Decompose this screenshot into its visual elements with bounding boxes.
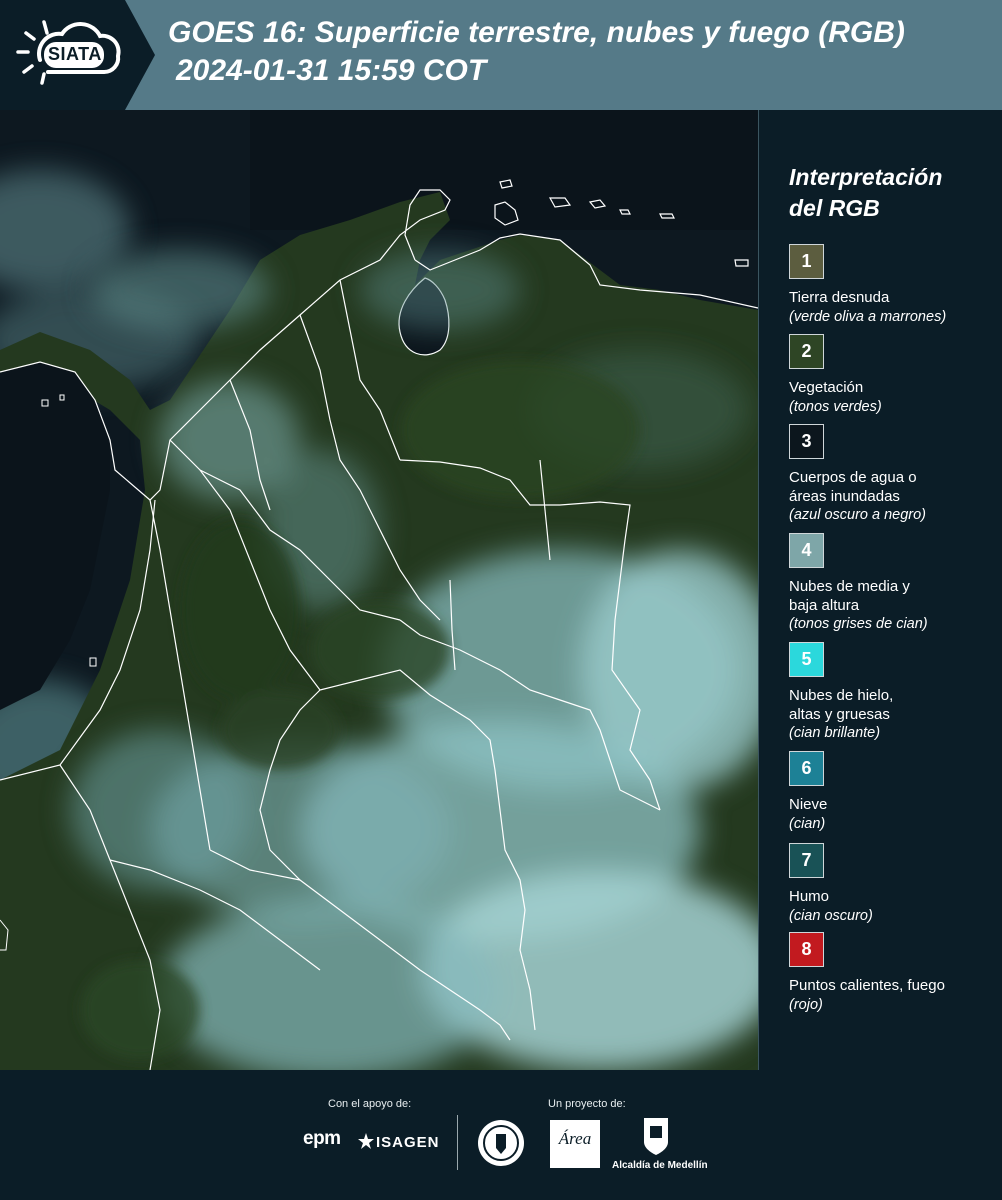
isagen-logo: ISAGEN (376, 1134, 440, 1151)
legend-item-bare-soil: 1 Tierra desnuda (verde oliva a marrones… (789, 244, 999, 326)
legend-desc: (tonos verdes) (789, 398, 882, 415)
alcaldia-shield-icon (644, 1118, 668, 1155)
area-metropolitana-logo: Área (550, 1120, 600, 1168)
swatch-bare-soil: 1 (789, 244, 824, 279)
siata-logo: SIATA (0, 0, 155, 110)
legend-desc: (cian) (789, 815, 826, 832)
legend-item-smoke: 7 Humo (cian oscuro) (789, 843, 999, 925)
legend-item-water: 3 Cuerpos de agua o áreas inundadas (azu… (789, 424, 999, 525)
epm-logo: epm (303, 1128, 341, 1149)
alcaldia-text: Alcaldía de Medellín (612, 1160, 708, 1171)
swatch-mid-low-clouds: 4 (789, 533, 824, 568)
legend-label: áreas inundadas (789, 487, 900, 505)
swatch-snow: 6 (789, 751, 824, 786)
legend-desc: (tonos grises de cian) (789, 616, 928, 632)
project-caption: Un proyecto de: (548, 1098, 626, 1110)
legend-desc: (azul oscuro a negro) (789, 507, 927, 523)
legend-label: Vegetación (789, 379, 864, 396)
legend-label: Nieve (789, 796, 828, 813)
map-canvas[interactable] (0, 110, 758, 1070)
legend-item-ice-clouds: 5 Nubes de hielo, altas y gruesas (cian … (789, 642, 999, 743)
header-bar: SIATA GOES 16: Superficie terrestre, nub… (0, 0, 1002, 110)
medellin-seal-icon (478, 1120, 524, 1166)
legend-item-hotspots: 8 Puntos calientes, fuego (rojo) (789, 932, 999, 1014)
legend-label: Tierra desnuda (789, 289, 890, 306)
legend-item-vegetation: 2 Vegetación (tonos verdes) (789, 334, 999, 416)
swatch-smoke: 7 (789, 843, 824, 878)
footer: Con el apoyo de: Un proyecto de: epm ISA… (0, 1070, 1002, 1200)
legend-label: Puntos calientes, fuego (789, 977, 945, 994)
legend-desc: (cian oscuro) (789, 907, 873, 924)
legend-label: Humo (789, 888, 830, 905)
legend-desc: (cian brillante) (789, 725, 881, 741)
legend-title: Interpretación del RGB (789, 164, 943, 221)
legend-label: altas y gruesas (789, 705, 890, 723)
swatch-hotspots: 8 (789, 932, 824, 967)
legend-label: Nubes de media y (789, 578, 910, 595)
legend-item-mid-low-clouds: 4 Nubes de media y baja altura (tonos gr… (789, 533, 999, 634)
page-title: GOES 16: Superficie terrestre, nubes y f… (168, 16, 905, 49)
legend-desc: (rojo) (789, 996, 823, 1013)
satellite-map[interactable] (0, 110, 758, 1070)
page-subtitle: 2024-01-31 15:59 COT (176, 54, 487, 87)
caribbean-sea (250, 110, 758, 230)
rgb-legend: Interpretación del RGB 1 Tierra desnuda … (758, 110, 1002, 1070)
legend-label: baja altura (789, 596, 860, 614)
title-block: GOES 16: Superficie terrestre, nubes y f… (168, 14, 998, 90)
legend-desc: (verde oliva a marrones) (789, 308, 947, 325)
legend-label: Nubes de hielo, (789, 687, 894, 704)
logo-text: SIATA (48, 44, 102, 64)
swatch-vegetation: 2 (789, 334, 824, 369)
isagen-star-icon (358, 1133, 374, 1149)
support-caption: Con el apoyo de: (328, 1098, 412, 1110)
swatch-water: 3 (789, 424, 824, 459)
legend-item-snow: 6 Nieve (cian) (789, 751, 999, 833)
swatch-ice-clouds: 5 (789, 642, 824, 677)
footer-divider (457, 1115, 458, 1170)
legend-label: Cuerpos de agua o (789, 469, 917, 486)
